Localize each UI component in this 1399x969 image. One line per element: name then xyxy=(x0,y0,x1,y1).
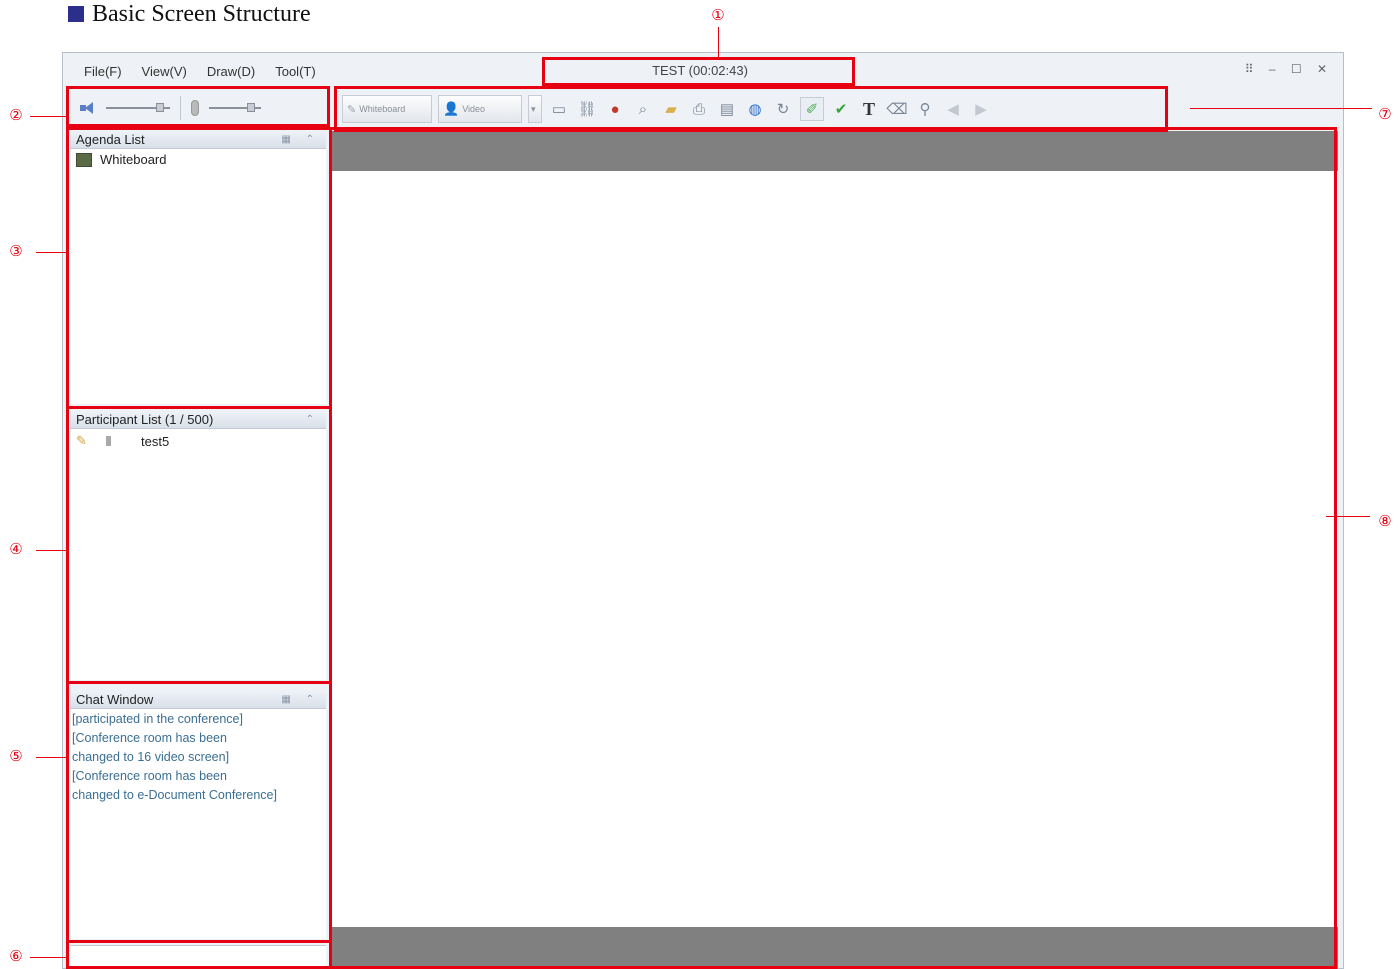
callout-frame-input xyxy=(66,940,332,969)
callout-number-6: ⑥ xyxy=(9,948,23,965)
menu-view[interactable]: View(V) xyxy=(142,62,187,81)
callout-frame-chat xyxy=(66,681,332,943)
callout-number-1: ① xyxy=(711,7,725,24)
callout-frame-title xyxy=(542,57,855,86)
callout-frame-whiteboard xyxy=(329,127,1337,969)
square-bullet-icon xyxy=(68,6,84,22)
callout-frame-participants xyxy=(66,406,332,684)
callout-line-2 xyxy=(30,116,66,117)
callout-line-1 xyxy=(718,27,719,57)
menu-bar: File(F) View(V) Draw(D) Tool(T) xyxy=(64,56,316,86)
window-controls[interactable]: ⠿ – ☐ ✕ xyxy=(1245,62,1333,76)
callout-number-8: ⑧ xyxy=(1378,513,1392,530)
callout-frame-audio xyxy=(66,86,330,127)
callout-frame-toolbar xyxy=(334,86,1168,132)
callout-frame-agenda xyxy=(66,127,332,409)
page-heading: Basic Screen Structure xyxy=(68,0,311,28)
menu-draw[interactable]: Draw(D) xyxy=(207,62,255,81)
callout-line-5 xyxy=(36,757,66,758)
callout-number-7: ⑦ xyxy=(1378,106,1392,123)
callout-line-6 xyxy=(30,957,66,958)
callout-line-4 xyxy=(36,550,66,551)
callout-number-2: ② xyxy=(9,107,23,124)
menu-tool[interactable]: Tool(T) xyxy=(275,62,315,81)
callout-line-7 xyxy=(1190,108,1372,109)
heading-text: Basic Screen Structure xyxy=(92,0,311,27)
callout-number-4: ④ xyxy=(9,541,23,558)
callout-number-3: ③ xyxy=(9,243,23,260)
menu-file[interactable]: File(F) xyxy=(84,62,122,81)
callout-line-3 xyxy=(36,252,66,253)
callout-number-5: ⑤ xyxy=(9,748,23,765)
callout-line-8 xyxy=(1326,516,1370,517)
